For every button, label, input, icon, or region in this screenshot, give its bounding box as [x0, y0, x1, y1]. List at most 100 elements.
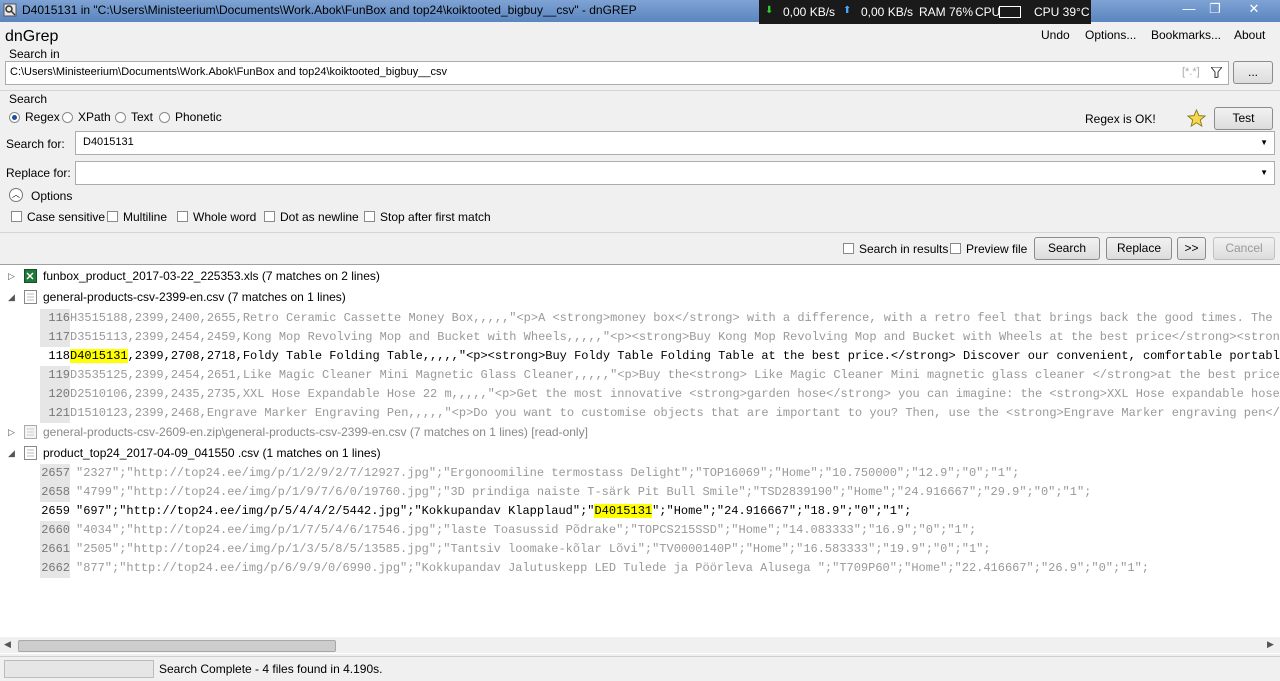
search-path-field[interactable]: C:\Users\Ministeerium\Documents\Work.Abo…: [5, 61, 1229, 85]
line-text: D3515113,2399,2454,2459,Kong Mop Revolvi…: [70, 330, 1280, 344]
xpath-radio[interactable]: [62, 112, 73, 123]
multiline-checkbox[interactable]: [107, 211, 118, 222]
line-text: D3535125,2399,2454,2651,Like Magic Clean…: [70, 368, 1280, 382]
multiline-label[interactable]: Multiline: [123, 210, 167, 224]
match-line[interactable]: "2327";"http://top24.ee/img/p/1/2/9/2/7/…: [76, 466, 1019, 480]
replace-button[interactable]: Replace: [1106, 237, 1172, 260]
search-for-input[interactable]: D4015131 ▼: [75, 131, 1275, 155]
xpath-radio-label[interactable]: XPath: [78, 110, 111, 124]
regex-radio[interactable]: [9, 112, 20, 123]
expand-arrow-icon[interactable]: ▷: [8, 427, 15, 438]
match-line[interactable]: "697";"http://top24.ee/img/p/5/4/4/2/544…: [76, 504, 911, 518]
window-title: D4015131 in "C:\Users\Ministeerium\Docum…: [22, 3, 637, 17]
result-file-zip[interactable]: general-products-csv-2609-en.zip\general…: [43, 425, 588, 439]
line-number: 2657: [40, 464, 70, 483]
scroll-left-icon[interactable]: ◀: [4, 639, 11, 650]
about-menu[interactable]: About: [1234, 28, 1265, 42]
filter-icon[interactable]: [1211, 67, 1222, 78]
dropdown-arrow-icon[interactable]: ▼: [1260, 138, 1268, 147]
close-button[interactable]: ✕: [1236, 0, 1272, 20]
search-for-value: D4015131: [83, 136, 134, 148]
match-line[interactable]: D3535125,2399,2454,2651,Like Magic Clean…: [70, 368, 1280, 382]
horizontal-scrollbar[interactable]: ◀ ▶: [0, 637, 1280, 653]
line-number: 116: [40, 309, 70, 328]
collapse-arrow-icon[interactable]: ◢: [8, 292, 15, 303]
scrollbar-thumb[interactable]: [18, 640, 336, 652]
results-tree[interactable]: ▷ funbox_product_2017-03-22_225353.xls (…: [0, 264, 1280, 654]
dot-as-newline-checkbox[interactable]: [264, 211, 275, 222]
replace-for-input[interactable]: ▼: [75, 161, 1275, 185]
minimize-button[interactable]: —: [1176, 0, 1202, 20]
line-text: "877";"http://top24.ee/img/p/6/9/9/0/699…: [76, 561, 1149, 575]
text-radio[interactable]: [115, 112, 126, 123]
line-text: "2327";"http://top24.ee/img/p/1/2/9/2/7/…: [76, 466, 1020, 480]
status-bar: Search Complete - 4 files found in 4.190…: [0, 656, 1280, 681]
stop-after-first-match-label[interactable]: Stop after first match: [380, 210, 491, 224]
regex-status: Regex is OK!: [1085, 112, 1156, 126]
dot-as-newline-label[interactable]: Dot as newline: [280, 210, 359, 224]
dropdown-arrow-icon[interactable]: ▼: [1260, 168, 1268, 177]
replace-for-label: Replace for:: [6, 166, 71, 180]
preview-file-checkbox[interactable]: [950, 243, 961, 254]
bookmark-star-icon[interactable]: [1187, 109, 1206, 128]
match-highlight: D4015131: [70, 349, 128, 363]
bookmarks-menu[interactable]: Bookmarks...: [1151, 28, 1221, 42]
match-line[interactable]: D1510123,2399,2468,Engrave Marker Engrav…: [70, 406, 1280, 420]
phonetic-radio-label[interactable]: Phonetic: [175, 110, 222, 124]
cancel-button[interactable]: Cancel: [1213, 237, 1275, 260]
line-text: "4034";"http://top24.ee/img/p/1/7/5/4/6/…: [76, 523, 977, 537]
cpu-label: CPU: [975, 5, 1001, 19]
collapse-arrow-icon[interactable]: ◢: [8, 448, 15, 459]
match-line[interactable]: "4034";"http://top24.ee/img/p/1/7/5/4/6/…: [76, 523, 976, 537]
search-in-results-label[interactable]: Search in results: [859, 242, 948, 256]
divider: [0, 232, 1280, 233]
search-button[interactable]: Search: [1034, 237, 1100, 260]
ram-usage: RAM 76%: [919, 5, 974, 19]
download-speed: 0,00 KB/s: [783, 5, 836, 19]
undo-menu[interactable]: Undo: [1041, 28, 1070, 42]
progress-bar: [4, 660, 154, 678]
search-section-label: Search: [9, 92, 48, 106]
stop-after-first-match-checkbox[interactable]: [364, 211, 375, 222]
match-line[interactable]: D2510106,2399,2435,2735,XXL Hose Expanda…: [70, 387, 1280, 401]
options-menu[interactable]: Options...: [1085, 28, 1136, 42]
match-line[interactable]: H3515188,2399,2400,2655,Retro Ceramic Ca…: [70, 311, 1280, 325]
match-line[interactable]: "877";"http://top24.ee/img/p/6/9/9/0/699…: [76, 561, 1149, 575]
line-number: 2662: [40, 559, 70, 578]
preview-file-label[interactable]: Preview file: [966, 242, 1027, 256]
match-line[interactable]: "2505";"http://top24.ee/img/p/1/3/5/8/5/…: [76, 542, 991, 556]
maximize-button[interactable]: ❐: [1202, 0, 1228, 20]
whole-word-checkbox[interactable]: [177, 211, 188, 222]
regex-radio-label[interactable]: Regex: [25, 110, 60, 124]
file-icon: [24, 290, 37, 304]
result-file-top24[interactable]: product_top24_2017-04-09_041550 .csv (1 …: [43, 446, 381, 460]
result-file-csv-2399[interactable]: general-products-csv-2399-en.csv (7 matc…: [43, 290, 346, 304]
file-filter-hint: [*.*]: [1182, 66, 1200, 78]
match-line[interactable]: "4799";"http://top24.ee/img/p/1/9/7/6/0/…: [76, 485, 1091, 499]
test-button[interactable]: Test: [1214, 107, 1273, 130]
collapse-options-icon[interactable]: ︿: [9, 188, 23, 202]
excel-file-icon: [24, 269, 37, 283]
upload-speed: 0,00 KB/s: [861, 5, 914, 19]
expand-arrow-icon[interactable]: ▷: [8, 271, 15, 282]
text-radio-label[interactable]: Text: [131, 110, 153, 124]
download-arrow-icon: ⬇: [765, 5, 774, 16]
phonetic-radio[interactable]: [159, 112, 170, 123]
upload-arrow-icon: ⬆: [843, 5, 852, 16]
scroll-right-icon[interactable]: ▶: [1267, 639, 1274, 650]
match-line[interactable]: D4015131,2399,2708,2718,Foldy Table Fold…: [70, 349, 1280, 363]
case-sensitive-checkbox[interactable]: [11, 211, 22, 222]
line-number: 120: [40, 385, 70, 404]
whole-word-label[interactable]: Whole word: [193, 210, 256, 224]
browse-button[interactable]: ...: [1233, 61, 1273, 84]
match-line[interactable]: D3515113,2399,2454,2459,Kong Mop Revolvi…: [70, 330, 1280, 344]
search-in-results-checkbox[interactable]: [843, 243, 854, 254]
options-label[interactable]: Options: [31, 189, 72, 203]
result-file-xls[interactable]: funbox_product_2017-03-22_225353.xls (7 …: [43, 269, 380, 283]
more-options-button[interactable]: >>: [1177, 237, 1206, 260]
line-text: H3515188,2399,2400,2655,Retro Ceramic Ca…: [70, 311, 1280, 325]
line-number: 2659: [40, 502, 70, 521]
case-sensitive-label[interactable]: Case sensitive: [27, 210, 105, 224]
cpu-meter: [999, 6, 1021, 18]
line-number: 121: [40, 404, 70, 423]
